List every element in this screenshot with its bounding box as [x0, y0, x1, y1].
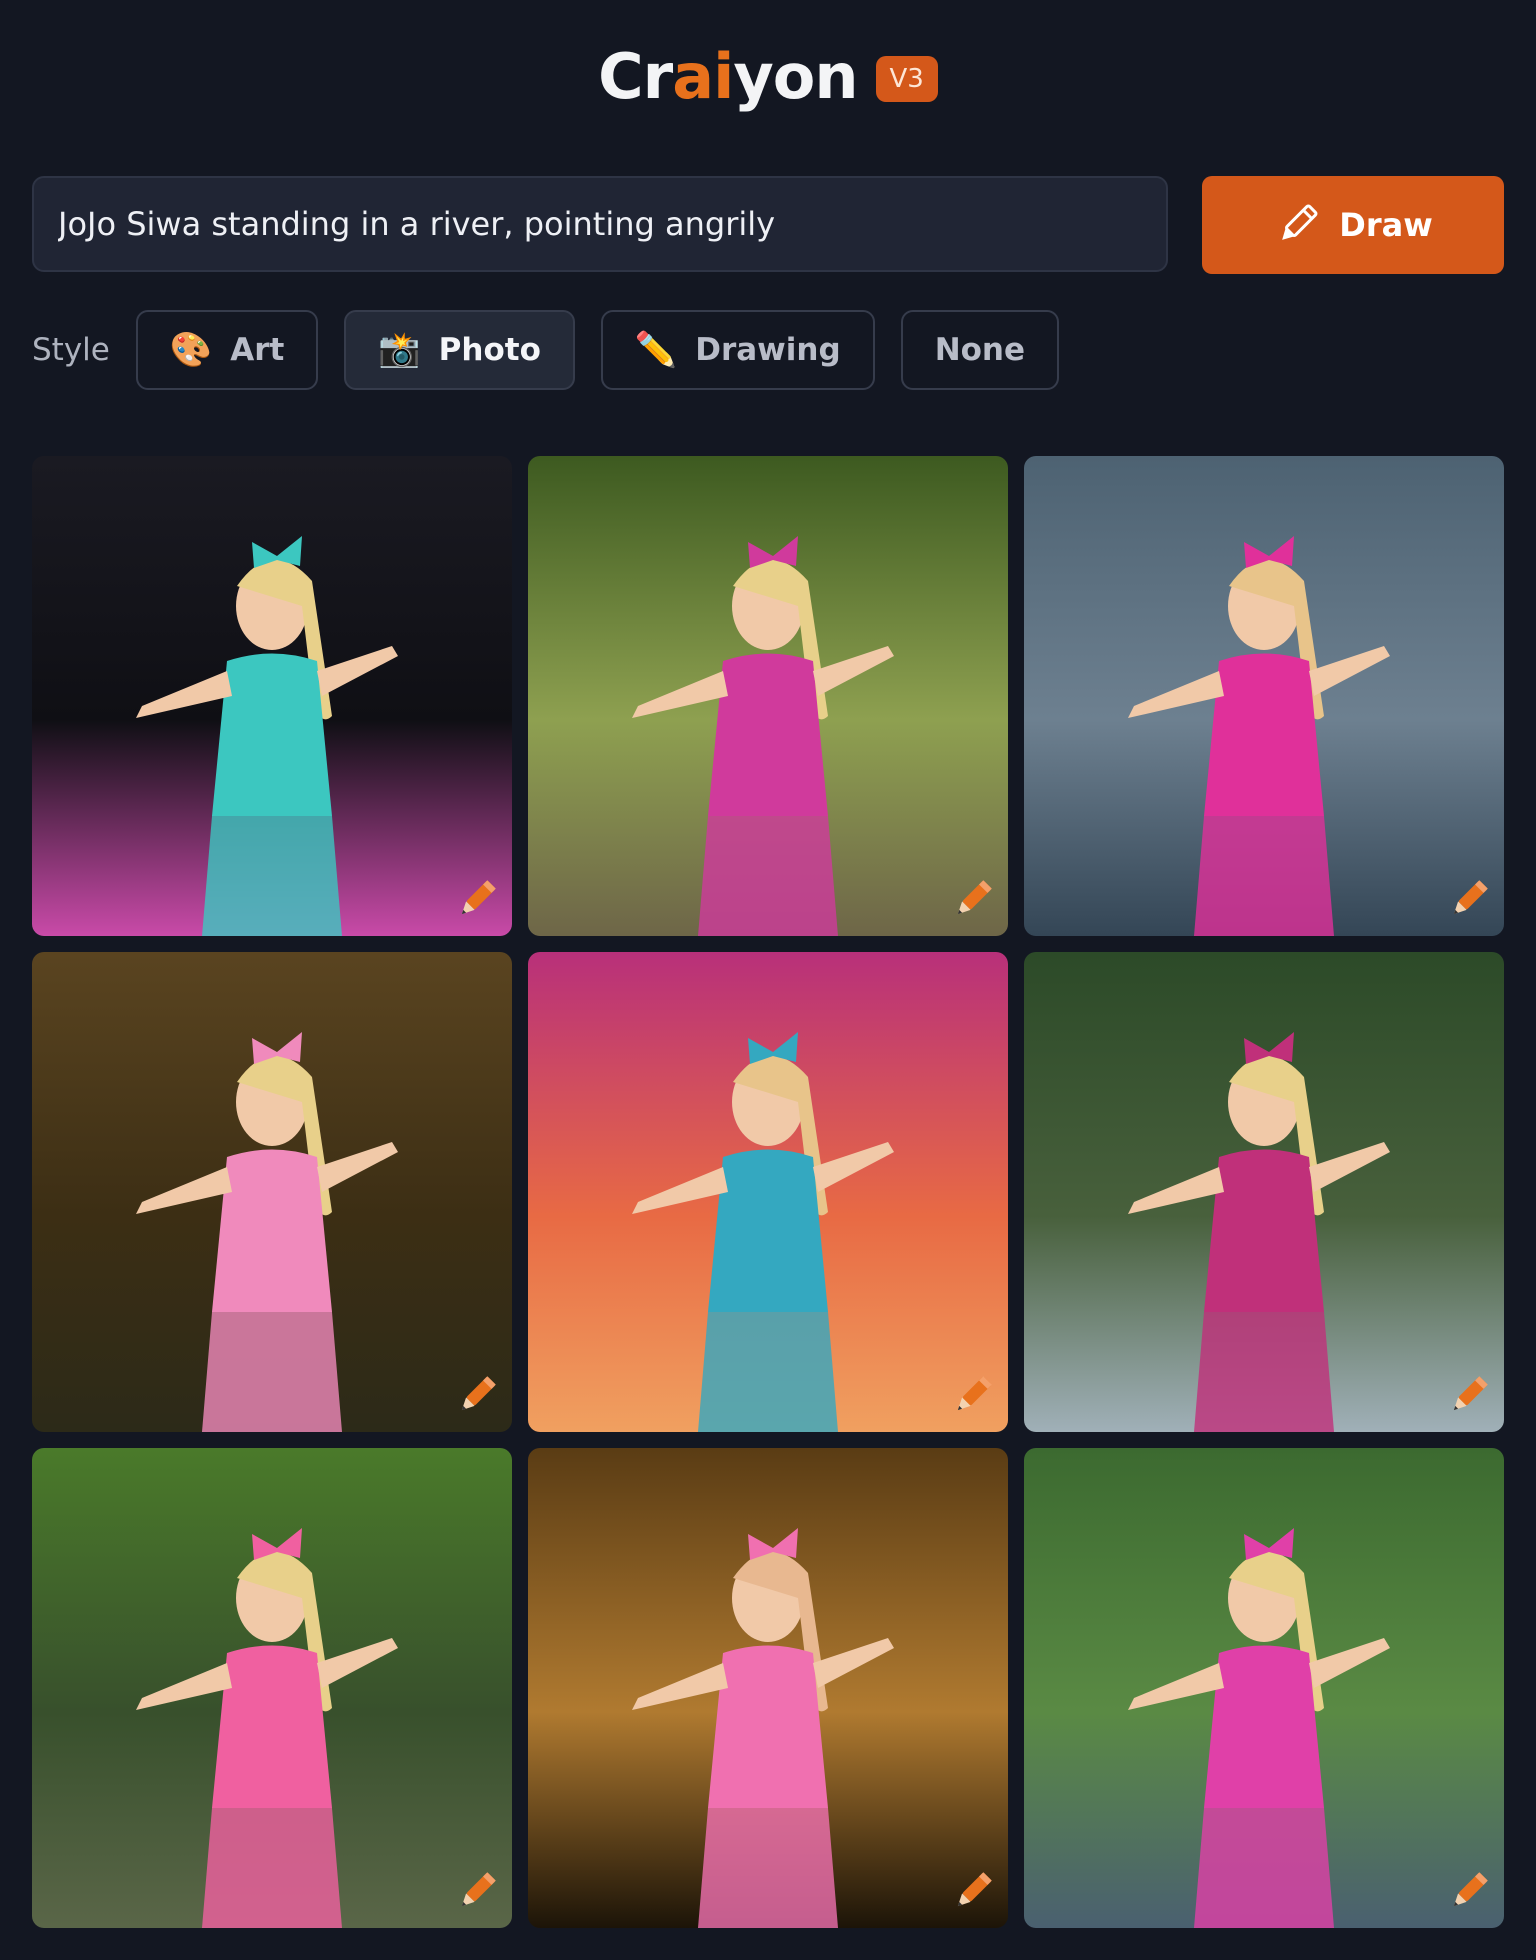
style-selector: Style 🎨 Art 📸 Photo ✏️ Drawing None — [32, 308, 1085, 392]
image-scene — [1024, 952, 1504, 1432]
generated-image[interactable] — [528, 456, 1008, 936]
edit-pencil-icon[interactable] — [948, 876, 996, 924]
image-scene — [1024, 456, 1504, 936]
style-drawing-label: Drawing — [695, 332, 841, 368]
pencil-icon: ✏️ — [634, 330, 678, 370]
generated-image[interactable] — [1024, 456, 1504, 936]
generated-image[interactable] — [528, 952, 1008, 1432]
image-scene — [32, 952, 512, 1432]
pencil-icon — [1282, 204, 1318, 240]
draw-button-label: Draw — [1339, 206, 1433, 244]
logo[interactable]: Craiyon — [598, 40, 858, 113]
edit-pencil-icon[interactable] — [452, 876, 500, 924]
camera-flash-icon: 📸 — [378, 330, 421, 370]
image-scene — [528, 952, 1008, 1432]
version-badge: V3 — [875, 55, 938, 102]
style-art-label: Art — [230, 332, 285, 368]
header: Craiyon V3 — [0, 40, 1536, 113]
image-scene — [32, 456, 512, 936]
edit-pencil-icon[interactable] — [1444, 876, 1492, 924]
style-photo-label: Photo — [438, 332, 541, 368]
generated-image[interactable] — [32, 456, 512, 936]
generated-image[interactable] — [32, 952, 512, 1432]
style-none-label: None — [934, 332, 1026, 368]
draw-button[interactable]: Draw — [1202, 176, 1504, 274]
style-art-button[interactable]: 🎨 Art — [135, 310, 319, 390]
image-scene — [1024, 1448, 1504, 1928]
logo-text-right: yon — [733, 40, 858, 113]
edit-pencil-icon[interactable] — [1444, 1372, 1492, 1420]
prompt-row: Draw — [32, 176, 1504, 274]
edit-pencil-icon[interactable] — [452, 1868, 500, 1916]
logo-text-left: Cr — [598, 40, 673, 113]
style-label: Style — [32, 332, 110, 368]
image-scene — [32, 1448, 512, 1928]
style-drawing-button[interactable]: ✏️ Drawing — [600, 310, 875, 390]
prompt-input[interactable] — [32, 176, 1168, 272]
generated-image[interactable] — [1024, 952, 1504, 1432]
logo-text-ai: ai — [672, 40, 734, 113]
palette-icon: 🎨 — [169, 330, 213, 370]
generated-image[interactable] — [1024, 1448, 1504, 1928]
edit-pencil-icon[interactable] — [948, 1868, 996, 1916]
edit-pencil-icon[interactable] — [1444, 1868, 1492, 1916]
edit-pencil-icon[interactable] — [452, 1372, 500, 1420]
edit-pencil-icon[interactable] — [948, 1372, 996, 1420]
generated-image[interactable] — [528, 1448, 1008, 1928]
image-scene — [528, 1448, 1008, 1928]
style-none-button[interactable]: None — [900, 310, 1060, 390]
generated-image[interactable] — [32, 1448, 512, 1928]
style-photo-button[interactable]: 📸 Photo — [344, 310, 575, 390]
image-scene — [528, 456, 1008, 936]
